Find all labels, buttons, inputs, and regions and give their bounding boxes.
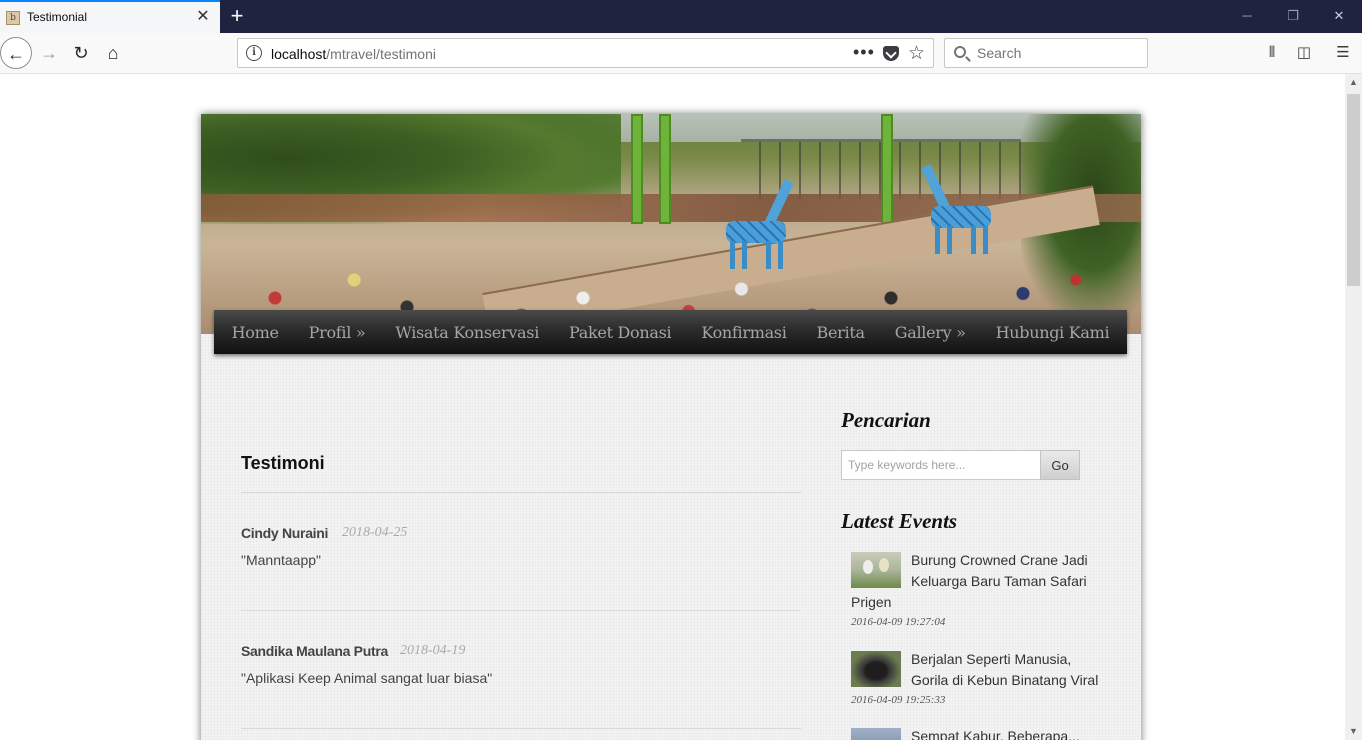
event-item[interactable]: Burung Crowned Crane Jadi Keluarga Baru …	[851, 550, 1101, 628]
event-photo[interactable]	[851, 728, 901, 740]
library-icon[interactable]: ⫴	[1262, 44, 1282, 62]
search-input[interactable]	[977, 45, 1137, 61]
browser-toolbar: ← → ↻ ⌂ i localhost/mtravel/testimoni ••…	[0, 33, 1362, 74]
menu-item-konfirmasi[interactable]: Konfirmasi	[686, 323, 801, 342]
tab-strip: b Testimonial ✕ + ─ ❐ ✕	[0, 0, 1362, 33]
keyword-search-input[interactable]	[841, 450, 1041, 480]
close-window-button[interactable]: ✕	[1329, 6, 1349, 26]
page-title: Testimoni	[241, 453, 325, 473]
testimonial-author: Cindy Nuraini	[241, 525, 329, 541]
minimize-window-button[interactable]: ─	[1237, 6, 1257, 26]
forward-arrow-icon[interactable]: →	[33, 37, 65, 69]
menu-item-profil[interactable]: Profil »	[294, 323, 381, 342]
page-scrollbar[interactable]: ▲ ▼	[1345, 74, 1362, 740]
page-actions-icon[interactable]: •••	[853, 42, 875, 63]
menu-item-paket-donasi[interactable]: Paket Donasi	[554, 323, 686, 342]
testimonial-author: Sandika Maulana Putra	[241, 643, 388, 659]
search-bar[interactable]	[944, 38, 1148, 68]
reload-icon[interactable]: ↻	[65, 37, 97, 69]
header-banner-image	[201, 114, 1141, 334]
menu-hamburger-icon[interactable]: ☰	[1333, 44, 1353, 62]
restore-window-button[interactable]: ❐	[1283, 6, 1303, 26]
close-tab-icon[interactable]: ✕	[194, 8, 212, 26]
menu-item-hubungi-kami[interactable]: Hubungi Kami	[981, 323, 1125, 342]
event-item[interactable]: Berjalan Seperti Manusia, Gorila di Kebu…	[851, 649, 1101, 706]
new-tab-button[interactable]: +	[226, 3, 248, 29]
testimonial-date: 2018-04-19	[400, 643, 466, 658]
go-button[interactable]: Go	[1040, 450, 1080, 480]
menu-item-wisata-konservasi[interactable]: Wisata Konservasi	[380, 323, 554, 342]
page-viewport: Home Profil » Wisata Konservasi Paket Do…	[0, 74, 1362, 740]
url-host: localhost	[271, 46, 327, 62]
active-tab[interactable]: b Testimonial ✕	[0, 0, 220, 33]
search-icon	[954, 46, 966, 58]
home-icon[interactable]: ⌂	[97, 37, 129, 69]
scroll-up-arrow-icon[interactable]: ▲	[1345, 74, 1362, 91]
site-info-icon[interactable]: i	[246, 45, 262, 61]
url-path: /mtravel/testimoni	[326, 46, 436, 62]
pocket-icon[interactable]	[883, 46, 899, 61]
banner-pillar	[659, 114, 671, 224]
main-menu: Home Profil » Wisata Konservasi Paket Do…	[214, 310, 1127, 354]
banner-pillar	[881, 114, 893, 224]
event-date: 2016-04-09 19:25:33	[851, 694, 946, 706]
crane-photo[interactable]	[851, 552, 901, 588]
divider	[241, 610, 801, 611]
url-text[interactable]: localhost/mtravel/testimoni	[271, 46, 436, 62]
scroll-thumb[interactable]	[1347, 94, 1360, 286]
gorilla-photo[interactable]	[851, 651, 901, 687]
event-date: 2016-04-09 19:27:04	[851, 616, 946, 628]
testimonial-text: "Aplikasi Keep Animal sangat luar biasa"	[241, 670, 493, 686]
search-heading: Pencarian	[841, 408, 931, 432]
testimonial-text: "Manntaapp"	[241, 552, 321, 568]
bookmark-star-icon[interactable]: ☆	[908, 42, 925, 65]
scroll-down-arrow-icon[interactable]: ▼	[1345, 723, 1362, 740]
sidebar-toggle-icon[interactable]: ◫	[1294, 44, 1314, 62]
menu-item-berita[interactable]: Berita	[802, 323, 880, 342]
testimonial-date: 2018-04-25	[342, 525, 408, 540]
site-container: Home Profil » Wisata Konservasi Paket Do…	[201, 114, 1141, 740]
events-heading: Latest Events	[841, 509, 958, 533]
address-bar[interactable]: i localhost/mtravel/testimoni ••• ☆	[237, 38, 934, 68]
event-item[interactable]: Sempat Kabur, Beberapa...	[851, 726, 1101, 740]
divider	[241, 492, 801, 493]
banner-pillar	[631, 114, 643, 224]
tab-title: Testimonial	[27, 10, 88, 24]
menu-item-home[interactable]: Home	[217, 323, 294, 342]
back-arrow-icon[interactable]: ←	[0, 37, 32, 69]
divider	[241, 728, 801, 729]
menu-item-gallery[interactable]: Gallery »	[880, 323, 981, 342]
site-favicon-icon: b	[6, 11, 20, 25]
